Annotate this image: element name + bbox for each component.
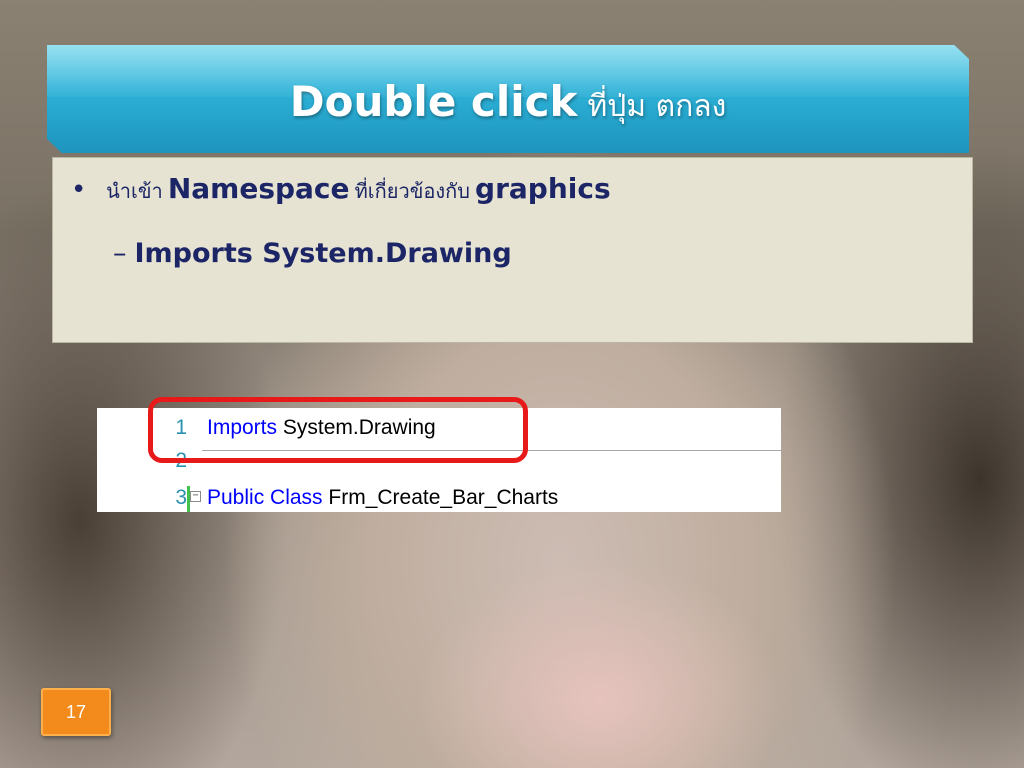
red-highlight-annotation <box>148 397 528 463</box>
bullet-object: graphics <box>475 172 611 205</box>
line-number: 3 <box>175 486 187 509</box>
content-box: • นำเข้า Namespace ที่เกี่ยวข้องกับ grap… <box>52 157 973 343</box>
code-content: Public Class Frm_Create_Bar_Charts <box>207 483 558 512</box>
slide-number-badge: 17 <box>41 688 111 736</box>
title-thai-text: ที่ปุ่ม ตกลง <box>587 89 727 124</box>
code-keyword: Public Class <box>207 486 323 509</box>
bullet-dot-icon: • <box>71 175 87 205</box>
bullet-term: Namespace <box>167 172 350 205</box>
code-line-3: 3 Public Class Frm_Create_Bar_Charts <box>97 483 781 512</box>
bullet-prefix: นำเข้า <box>106 179 163 203</box>
slide-title: Double click ที่ปุ่ม ตกลง <box>47 77 969 130</box>
sub-bullet-item: – Imports System.Drawing <box>113 238 512 269</box>
sub-bullet-text: Imports System.Drawing <box>134 238 512 269</box>
bullet-item: • นำเข้า Namespace ที่เกี่ยวข้องกับ grap… <box>71 172 611 207</box>
bullet-middle: ที่เกี่ยวข้องกับ <box>354 179 470 203</box>
title-main-text: Double click <box>289 77 578 126</box>
sub-bullet-dash: – <box>113 238 127 269</box>
code-identifier: Frm_Create_Bar_Charts <box>328 486 559 509</box>
title-banner: Double click ที่ปุ่ม ตกลง <box>47 45 969 153</box>
